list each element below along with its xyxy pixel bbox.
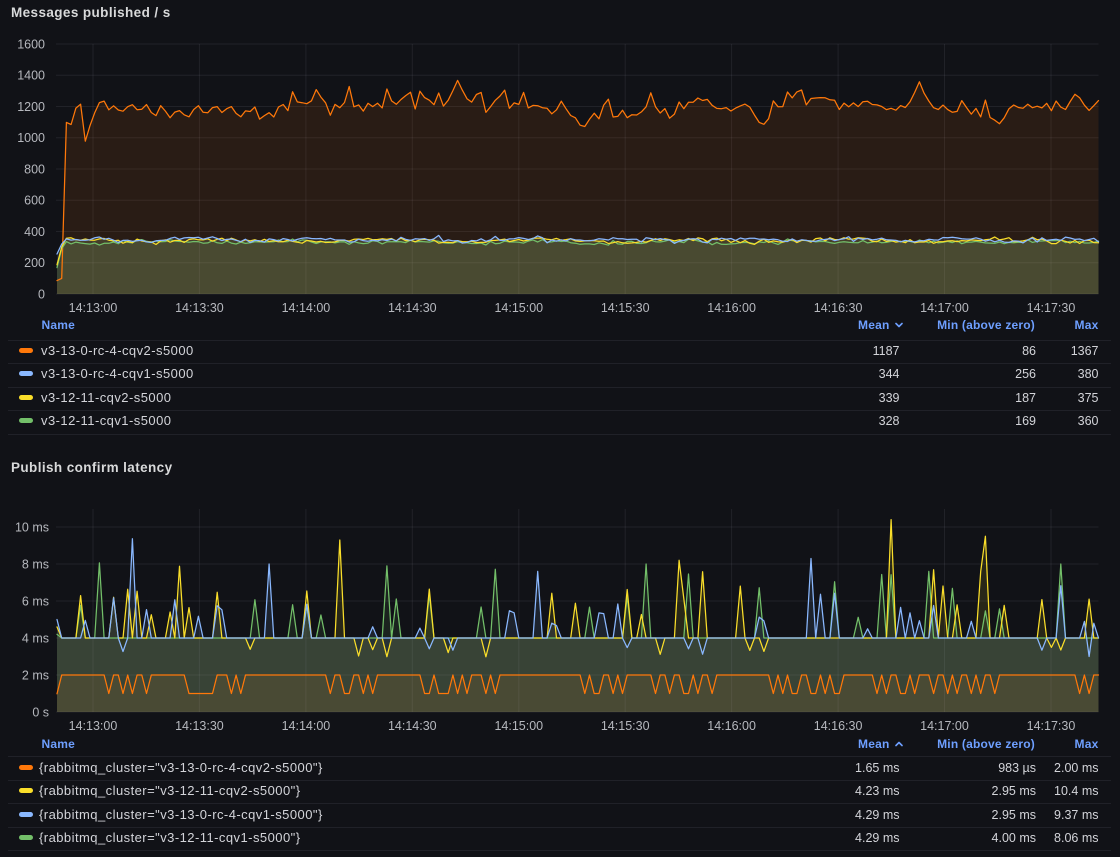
svg-text:1200: 1200 — [17, 100, 45, 114]
svg-text:14:13:00: 14:13:00 — [69, 301, 118, 315]
svg-text:14:14:30: 14:14:30 — [388, 719, 437, 733]
svg-text:14:17:00: 14:17:00 — [920, 719, 969, 733]
svg-text:14:17:00: 14:17:00 — [920, 301, 969, 315]
svg-text:14:16:30: 14:16:30 — [814, 301, 863, 315]
svg-text:14:14:00: 14:14:00 — [282, 719, 331, 733]
svg-text:6 ms: 6 ms — [22, 594, 49, 608]
svg-text:14:17:30: 14:17:30 — [1027, 301, 1076, 315]
svg-text:1400: 1400 — [17, 69, 45, 83]
svg-text:14:14:00: 14:14:00 — [282, 301, 331, 315]
svg-text:14:16:00: 14:16:00 — [707, 719, 756, 733]
svg-text:14:15:00: 14:15:00 — [494, 301, 543, 315]
svg-text:0 s: 0 s — [32, 705, 49, 719]
svg-text:800: 800 — [24, 162, 45, 176]
svg-text:4 ms: 4 ms — [22, 631, 49, 645]
svg-text:8 ms: 8 ms — [22, 557, 49, 571]
svg-text:1000: 1000 — [17, 131, 45, 145]
svg-text:14:13:30: 14:13:30 — [175, 301, 224, 315]
svg-text:600: 600 — [24, 194, 45, 208]
svg-text:14:15:30: 14:15:30 — [601, 301, 650, 315]
svg-text:1600: 1600 — [17, 37, 45, 51]
svg-text:14:13:30: 14:13:30 — [175, 719, 224, 733]
svg-text:200: 200 — [24, 256, 45, 270]
svg-text:0: 0 — [38, 287, 45, 301]
svg-text:2 ms: 2 ms — [22, 668, 49, 682]
svg-text:14:15:30: 14:15:30 — [601, 719, 650, 733]
svg-text:14:16:30: 14:16:30 — [814, 719, 863, 733]
svg-text:14:14:30: 14:14:30 — [388, 301, 437, 315]
svg-text:14:17:30: 14:17:30 — [1027, 719, 1076, 733]
svg-text:14:15:00: 14:15:00 — [494, 719, 543, 733]
svg-text:14:16:00: 14:16:00 — [707, 301, 756, 315]
svg-text:14:13:00: 14:13:00 — [69, 719, 118, 733]
svg-text:400: 400 — [24, 225, 45, 239]
svg-text:10 ms: 10 ms — [15, 520, 49, 534]
